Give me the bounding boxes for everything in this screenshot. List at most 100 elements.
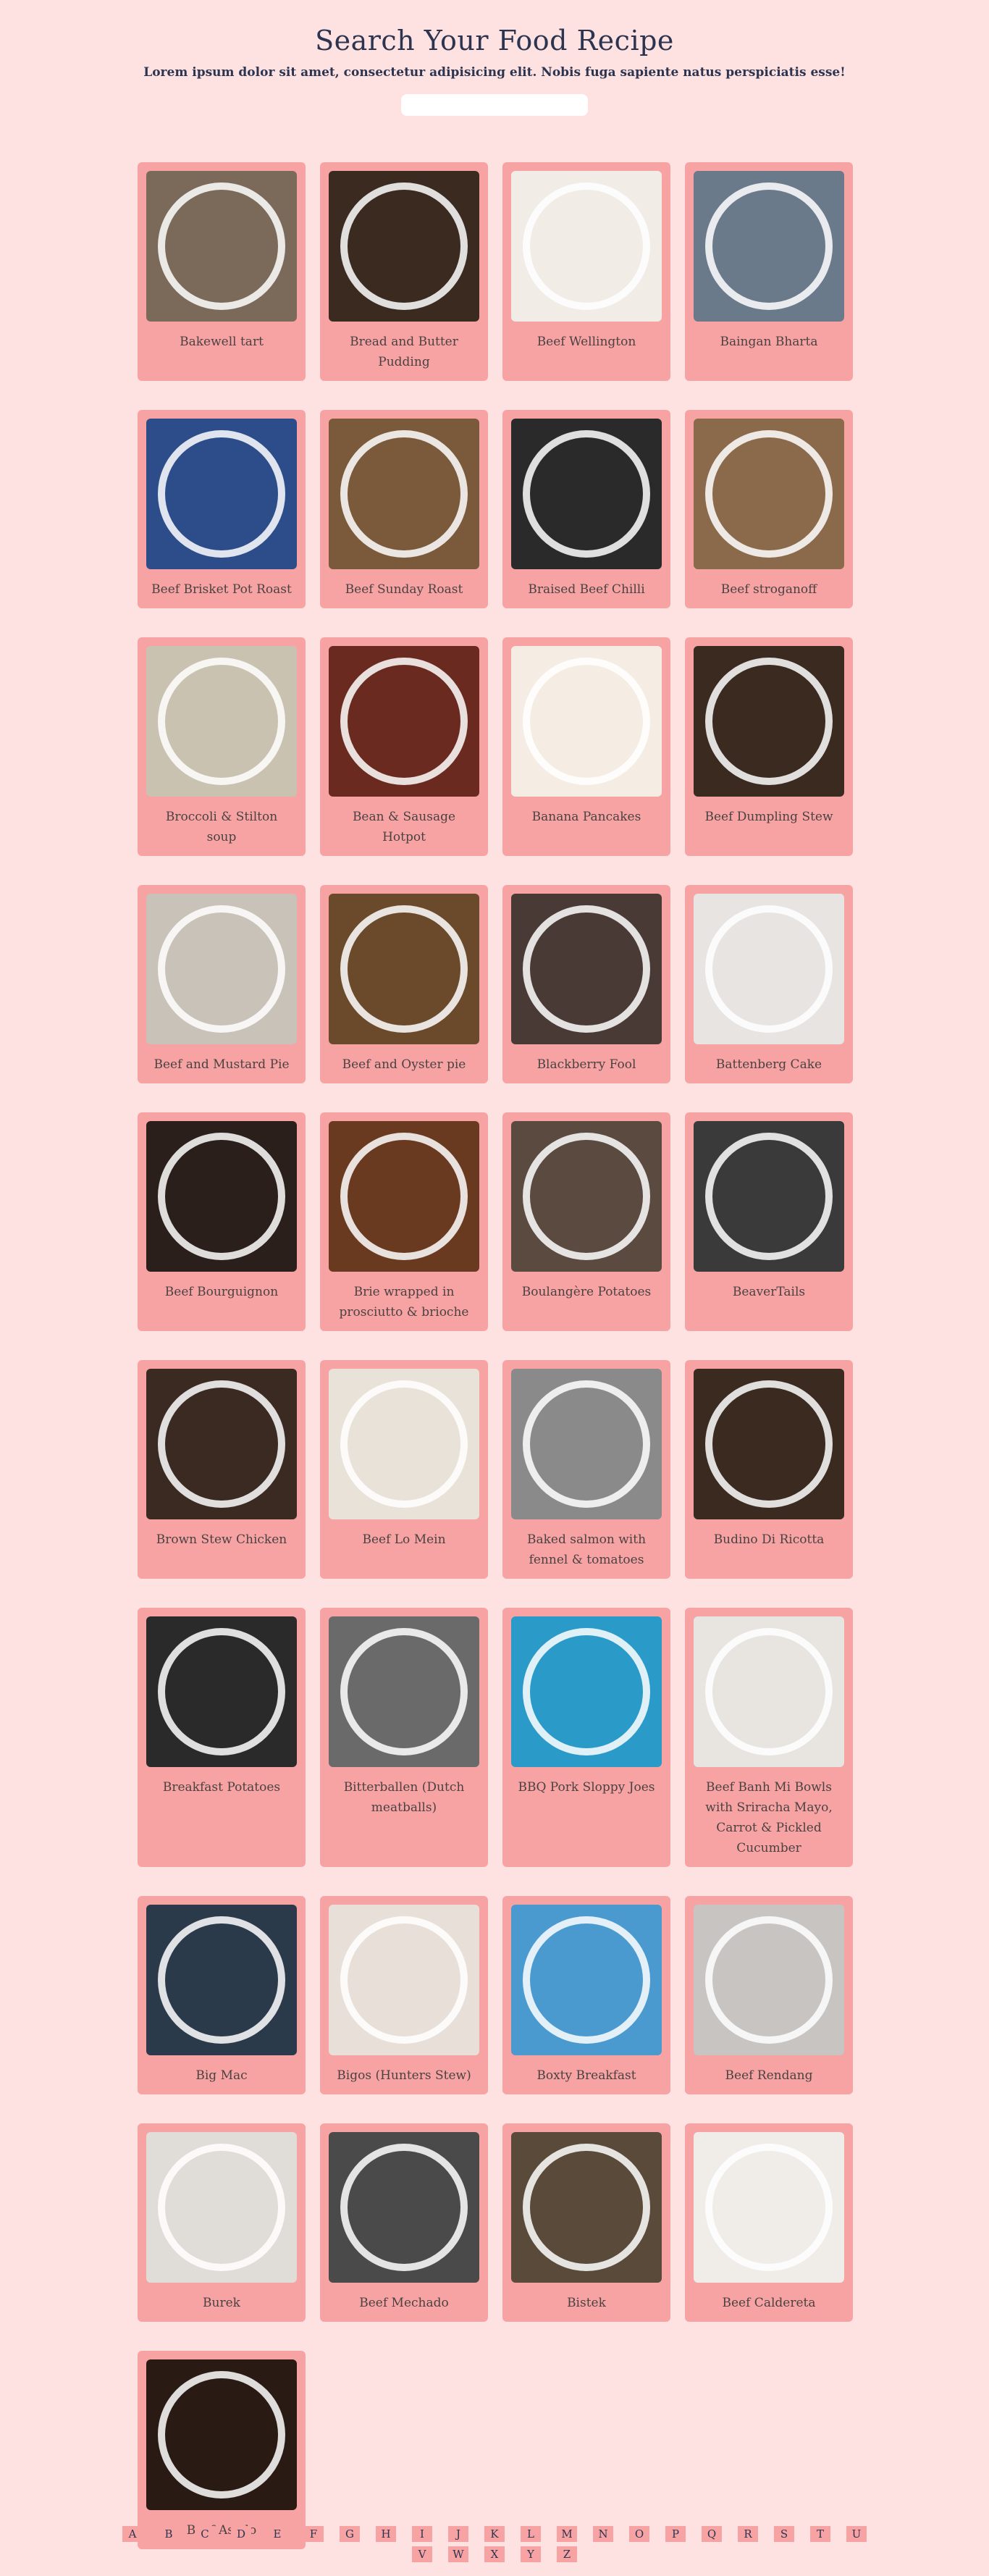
search-input[interactable] (401, 94, 588, 116)
recipe-card[interactable]: Bigos (Hunters Stew) (320, 1896, 488, 2094)
recipe-card[interactable]: Beef stroganoff (685, 410, 853, 608)
pager-letter-y[interactable]: Y (521, 2546, 541, 2562)
pager-letter-m[interactable]: M (557, 2526, 577, 2542)
recipe-card[interactable]: Big Mac (138, 1896, 306, 2094)
recipe-image (329, 1121, 479, 1272)
recipe-image (146, 1616, 297, 1767)
recipe-card[interactable]: Bistek (502, 2123, 670, 2322)
recipe-image (511, 1905, 662, 2055)
recipe-card[interactable]: Banana Pancakes (502, 637, 670, 856)
food-image-placeholder (158, 2371, 285, 2499)
recipe-card[interactable]: Boxty Breakfast (502, 1896, 670, 2094)
food-image-placeholder (158, 2144, 285, 2271)
recipe-image (146, 1369, 297, 1519)
recipe-image (329, 1616, 479, 1767)
recipe-card[interactable]: Beef Dumpling Stew (685, 637, 853, 856)
recipe-title: Braised Beef Chilli (528, 582, 645, 597)
page-title: Search Your Food Recipe (315, 25, 674, 56)
recipe-title: Budino Di Ricotta (713, 1532, 825, 1547)
food-image-placeholder (340, 905, 468, 1033)
recipe-card[interactable]: Brown Stew Chicken (138, 1360, 306, 1579)
recipe-card[interactable]: Blackberry Fool (502, 885, 670, 1083)
food-image-placeholder (523, 182, 650, 310)
food-image-placeholder (158, 658, 285, 785)
recipe-card[interactable]: Baked salmon with fennel & tomatoes (502, 1360, 670, 1579)
food-image-placeholder (340, 430, 468, 558)
food-image-placeholder (523, 1380, 650, 1508)
recipe-card[interactable]: Baingan Bharta (685, 162, 853, 381)
pager-letter-b[interactable]: B (159, 2526, 179, 2542)
pager-letter-k[interactable]: K (484, 2526, 505, 2542)
recipe-image (329, 1905, 479, 2055)
recipe-image (511, 894, 662, 1044)
recipe-card[interactable]: Bakewell tart (138, 162, 306, 381)
recipe-image (511, 171, 662, 322)
recipe-title: Burek (203, 2296, 240, 2310)
recipe-card[interactable]: Boulangère Potatoes (502, 1112, 670, 1331)
pager-letter-d[interactable]: D (231, 2526, 251, 2542)
alphabet-pager: ABCDEFGHIJKLMNOPQRSTU VWXYZ (0, 2526, 989, 2567)
pager-letter-g[interactable]: G (340, 2526, 360, 2542)
recipe-card[interactable]: Beef Brisket Pot Roast (138, 410, 306, 608)
pager-letter-i[interactable]: I (412, 2526, 432, 2542)
pager-row: ABCDEFGHIJKLMNOPQRSTU (0, 2526, 989, 2542)
pager-letter-n[interactable]: N (593, 2526, 613, 2542)
page-subtitle: Lorem ipsum dolor sit amet, consectetur … (143, 65, 846, 80)
pager-letter-u[interactable]: U (846, 2526, 867, 2542)
pager-letter-x[interactable]: X (484, 2546, 505, 2562)
recipe-image (511, 1369, 662, 1519)
recipe-card[interactable]: Beef Asado (138, 2351, 306, 2549)
pager-letter-c[interactable]: C (195, 2526, 215, 2542)
pager-letter-q[interactable]: Q (702, 2526, 722, 2542)
recipe-card[interactable]: Beef Banh Mi Bowls with Sriracha Mayo, C… (685, 1608, 853, 1867)
recipe-card[interactable]: Beef Caldereta (685, 2123, 853, 2322)
recipe-card[interactable]: Bread and Butter Pudding (320, 162, 488, 381)
recipe-card[interactable]: Battenberg Cake (685, 885, 853, 1083)
recipe-card[interactable]: Beef and Oyster pie (320, 885, 488, 1083)
recipe-card[interactable]: Burek (138, 2123, 306, 2322)
recipe-title: Battenberg Cake (715, 1057, 822, 1072)
food-image-placeholder (705, 658, 833, 785)
recipe-image (329, 171, 479, 322)
food-image-placeholder (158, 1628, 285, 1755)
pager-letter-a[interactable]: A (122, 2526, 143, 2542)
pager-letter-t[interactable]: T (810, 2526, 830, 2542)
pager-letter-r[interactable]: R (738, 2526, 758, 2542)
pager-letter-w[interactable]: W (448, 2546, 468, 2562)
food-image-placeholder (705, 905, 833, 1033)
food-image-placeholder (158, 1916, 285, 2044)
recipe-card[interactable]: Beef Sunday Roast (320, 410, 488, 608)
food-image-placeholder (523, 1628, 650, 1755)
recipe-card[interactable]: BeaverTails (685, 1112, 853, 1331)
pager-letter-v[interactable]: V (412, 2546, 432, 2562)
pager-letter-o[interactable]: O (629, 2526, 649, 2542)
pager-letter-l[interactable]: L (521, 2526, 541, 2542)
recipe-card[interactable]: Beef Bourguignon (138, 1112, 306, 1331)
food-image-placeholder (705, 1133, 833, 1260)
recipe-title: Breakfast Potatoes (162, 1780, 281, 1795)
pager-letter-h[interactable]: H (376, 2526, 396, 2542)
recipe-card[interactable]: Budino Di Ricotta (685, 1360, 853, 1579)
recipe-card[interactable]: Broccoli & Stilton soup (138, 637, 306, 856)
recipe-card[interactable]: Brie wrapped in prosciutto & brioche (320, 1112, 488, 1331)
pager-letter-s[interactable]: S (774, 2526, 794, 2542)
recipe-card[interactable]: Bean & Sausage Hotpot (320, 637, 488, 856)
recipe-image (694, 1616, 844, 1767)
recipe-card[interactable]: Breakfast Potatoes (138, 1608, 306, 1867)
recipe-card[interactable]: Beef Wellington (502, 162, 670, 381)
recipe-image (146, 2359, 297, 2510)
pager-letter-p[interactable]: P (665, 2526, 686, 2542)
recipe-card[interactable]: Braised Beef Chilli (502, 410, 670, 608)
recipe-card[interactable]: Beef Mechado (320, 2123, 488, 2322)
recipe-card[interactable]: Beef and Mustard Pie (138, 885, 306, 1083)
recipe-card[interactable]: BBQ Pork Sloppy Joes (502, 1608, 670, 1867)
recipe-card[interactable]: Beef Lo Mein (320, 1360, 488, 1579)
recipe-card[interactable]: Bitterballen (Dutch meatballs) (320, 1608, 488, 1867)
recipe-card[interactable]: Beef Rendang (685, 1896, 853, 2094)
food-image-placeholder (158, 1380, 285, 1508)
pager-letter-j[interactable]: J (448, 2526, 468, 2542)
pager-letter-f[interactable]: F (303, 2526, 324, 2542)
pager-letter-z[interactable]: Z (557, 2546, 577, 2562)
food-image-placeholder (523, 1133, 650, 1260)
pager-letter-e[interactable]: E (267, 2526, 287, 2542)
